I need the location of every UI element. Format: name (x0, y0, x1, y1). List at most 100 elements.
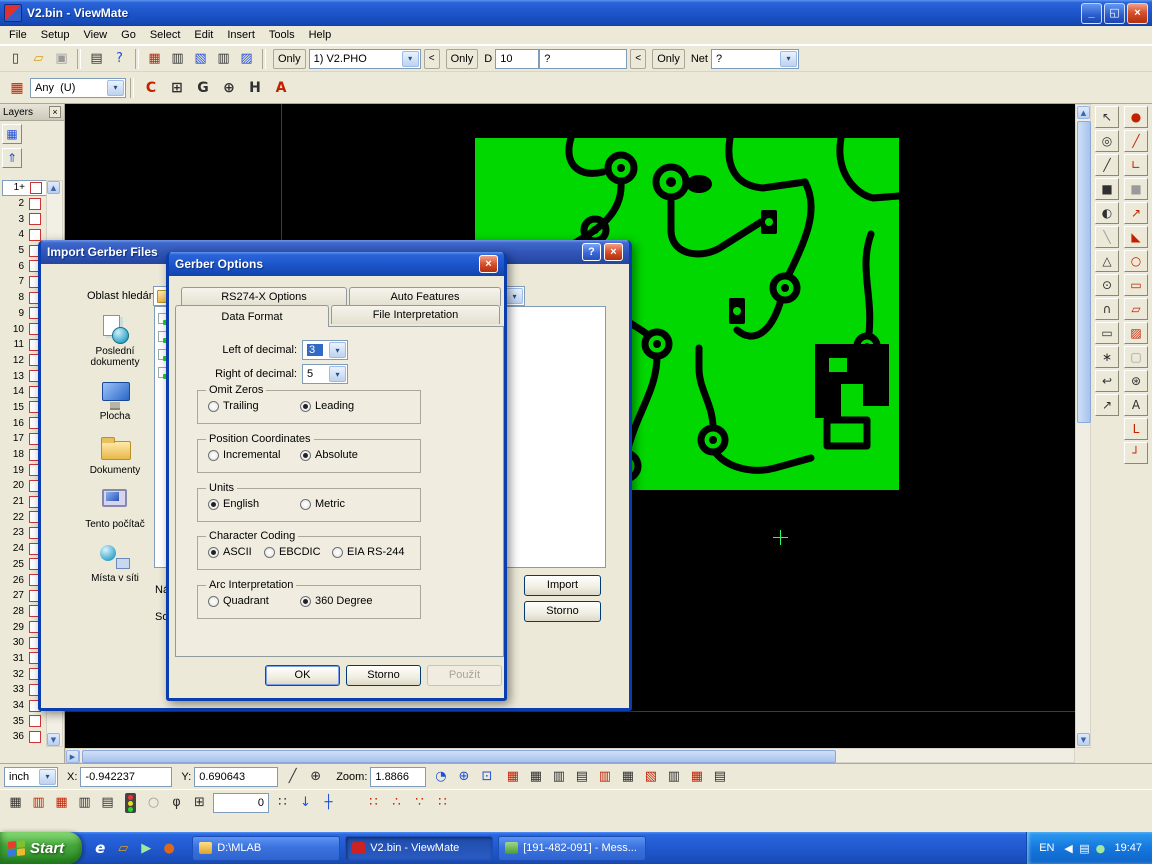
save-file-icon[interactable]: ▣ (50, 48, 73, 70)
scroll-down-icon[interactable]: ▼ (1077, 733, 1090, 746)
layer-row[interactable]: 2 (2, 196, 48, 212)
parallelogram-icon[interactable]: ▱ (1124, 298, 1148, 320)
layer-color-swatch[interactable] (29, 198, 41, 210)
zoom-dynamic-icon[interactable]: ◎ (1095, 130, 1119, 152)
clock[interactable]: 19:47 (1114, 842, 1142, 854)
radio-trailing[interactable]: Trailing (208, 400, 296, 412)
folder-explorer-icon[interactable]: ▱ (113, 838, 133, 858)
menu-tools[interactable]: Tools (262, 27, 302, 43)
star-tool-icon[interactable]: ∗ (1095, 346, 1119, 368)
chevron-down-icon[interactable]: ▾ (39, 769, 56, 785)
quick-grid-1-icon[interactable]: ▦ (4, 792, 27, 814)
flash-pad-icon[interactable]: ● (1124, 106, 1148, 128)
measure-diagonal-icon[interactable]: ╱ (281, 766, 304, 788)
quick-grid-5-icon[interactable]: ▤ (96, 792, 119, 814)
layer-row[interactable]: 3 (2, 211, 48, 227)
mask-grid-icon[interactable]: ▥ (662, 766, 685, 788)
chevron-down-icon[interactable]: ▾ (329, 366, 346, 382)
rotate-back-icon[interactable]: ↩ (1095, 370, 1119, 392)
layer-up-icon[interactable]: ⇑ (2, 148, 22, 168)
tab-auto-features[interactable]: Auto Features (349, 287, 501, 306)
radio-metric[interactable]: Metric (300, 498, 345, 510)
layers-panel-header[interactable]: Layers × (0, 104, 64, 121)
close-button[interactable]: × (1127, 3, 1148, 24)
radio-quadrant[interactable]: Quadrant (208, 595, 296, 607)
place-network[interactable]: Místa v síti (77, 541, 153, 584)
context-help-icon[interactable]: ? (108, 48, 131, 70)
place-computer[interactable]: Tento počítač (77, 487, 153, 530)
dcode-input[interactable]: 10 (495, 49, 539, 69)
prev-dcode-button[interactable]: < (424, 49, 440, 69)
board-grid-icon[interactable]: ▧ (639, 766, 662, 788)
horizontal-scroll-thumb[interactable] (82, 750, 836, 763)
ie-icon[interactable]: e (90, 838, 110, 858)
unit-combo[interactable]: inch ▾ (4, 767, 58, 787)
layer-color-swatch[interactable] (30, 182, 42, 194)
minimize-button[interactable]: _ (1081, 3, 1102, 24)
center-point-icon[interactable]: ⊙ (1095, 274, 1119, 296)
gear-icon[interactable]: ⊛ (1124, 370, 1148, 392)
place-documents[interactable]: Dokumenty (77, 433, 153, 476)
layer-color-swatch[interactable] (29, 731, 41, 743)
layer-table-icon[interactable]: ▦ (2, 124, 22, 144)
left-of-decimal-combo[interactable]: 3 ▾ (302, 340, 348, 360)
traffic-light-icon[interactable] (125, 793, 136, 813)
measure-line-icon[interactable]: ╱ (1095, 154, 1119, 176)
dcode-filter-input[interactable]: ? (539, 49, 627, 69)
scroll-up-icon[interactable]: ▲ (47, 181, 60, 194)
text-capital-l-icon[interactable]: L (1124, 418, 1148, 440)
scroll-down-icon[interactable]: ▼ (47, 733, 60, 746)
snap-origin-icon[interactable]: ⊕ (304, 766, 327, 788)
any-filter-combo[interactable]: Any (U) ▾ (30, 78, 126, 98)
aperture-info-icon[interactable]: ▥ (166, 48, 189, 70)
scroll-right-icon[interactable]: ▶ (66, 750, 79, 763)
filled-box-icon[interactable]: ■ (1095, 178, 1119, 200)
y-coordinate-field[interactable]: 0.690643 (194, 767, 278, 787)
task-viewmate[interactable]: V2.bin - ViewMate (345, 836, 493, 861)
select-pointer-icon[interactable]: ↖ (1095, 106, 1119, 128)
layer-row[interactable]: 35 (2, 713, 48, 729)
probe-phi-icon[interactable]: φ (165, 792, 188, 814)
status-ball-icon[interactable]: ● (1092, 840, 1108, 856)
big-grid-icon[interactable]: ⊞ (188, 792, 211, 814)
chevron-down-icon[interactable]: ▾ (780, 51, 797, 67)
place-recent-documents[interactable]: Poslední dokumenty (77, 314, 153, 368)
layer-compare-icon[interactable]: ▧ (189, 48, 212, 70)
clear-c-icon[interactable]: C (138, 76, 164, 100)
title-bar[interactable]: V2.bin - ViewMate _ ◱ × (0, 0, 1152, 26)
radio-ebcdic[interactable]: EBCDIC (264, 546, 328, 558)
close-icon[interactable]: × (604, 243, 623, 261)
layer-color-swatch[interactable] (29, 229, 41, 241)
down-anchor-icon[interactable]: ↓ (294, 792, 317, 814)
menu-view[interactable]: View (76, 27, 114, 43)
dcode-table-icon[interactable]: ▦ (143, 48, 166, 70)
column-view-icon[interactable]: ▥ (212, 48, 235, 70)
slope-line-icon[interactable]: ╲ (1095, 226, 1119, 248)
small-frame-icon[interactable]: ▭ (1095, 322, 1119, 344)
scroll-up-icon[interactable]: ▲ (1077, 106, 1090, 119)
triangle-print-icon[interactable]: △ (1095, 250, 1119, 272)
start-button[interactable]: Start (0, 832, 82, 864)
outline-grid-icon[interactable]: ▤ (708, 766, 731, 788)
layer-color-swatch[interactable] (29, 715, 41, 727)
layer-row[interactable]: 36 (2, 729, 48, 745)
tab-data-format[interactable]: Data Format (175, 305, 329, 327)
hatch-fill-icon[interactable]: ▨ (1124, 322, 1148, 344)
x-coordinate-field[interactable]: -0.942237 (80, 767, 172, 787)
firefox-icon[interactable]: ● (159, 838, 179, 858)
apply-button[interactable]: Použít (427, 665, 502, 686)
mirror-icon[interactable]: ◐ (1095, 202, 1119, 224)
swap-grid-icon[interactable]: ⊞ (164, 76, 190, 100)
dashed-frame-icon[interactable]: ▢ (1124, 346, 1148, 368)
report-chart-icon[interactable]: ▨ (235, 48, 258, 70)
red-pattern-2-icon[interactable]: ∴ (385, 792, 408, 814)
radio-english[interactable]: English (208, 498, 296, 510)
right-of-decimal-combo[interactable]: 5 ▾ (302, 364, 348, 384)
canvas-vertical-scrollbar[interactable]: ▲ ▼ (1075, 104, 1091, 748)
menu-help[interactable]: Help (302, 27, 339, 43)
zoom-window-icon[interactable]: ⊡ (475, 766, 498, 788)
lamp-off-icon[interactable]: ○ (142, 792, 165, 814)
close-icon[interactable]: × (479, 255, 498, 273)
vertical-scroll-thumb[interactable] (1077, 121, 1091, 423)
arc-segment-icon[interactable]: ∩ (1095, 298, 1119, 320)
